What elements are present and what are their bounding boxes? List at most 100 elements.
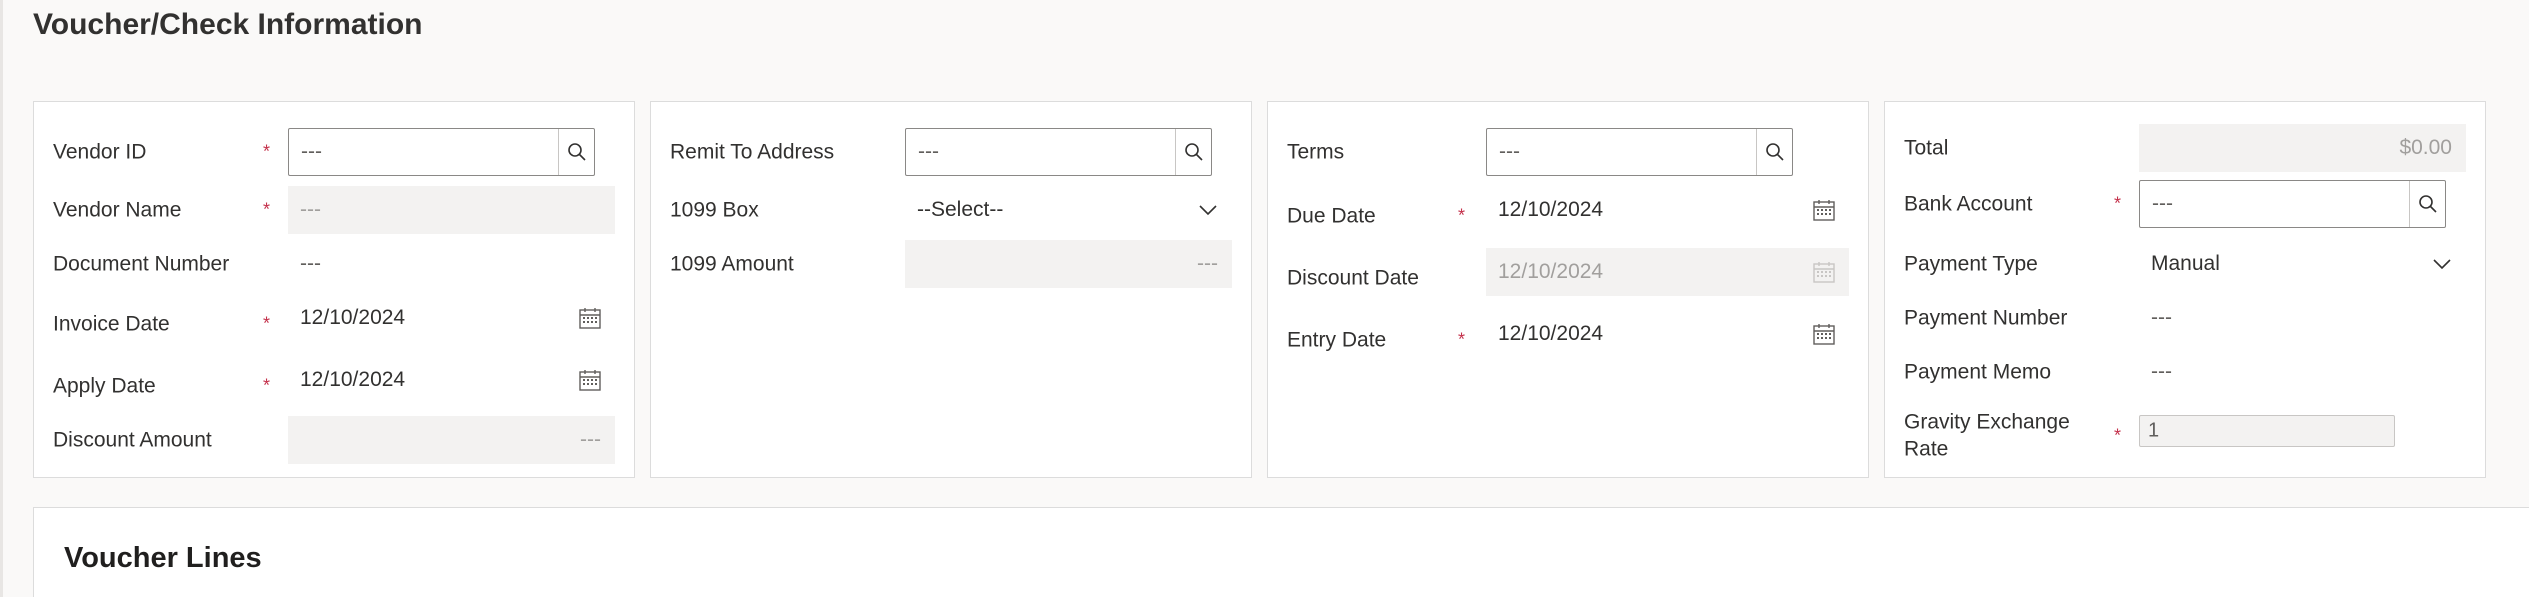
calendar-icon <box>1813 324 1835 345</box>
bank-account-input[interactable]: --- <box>2139 180 2446 228</box>
apply-date-label: Apply Date <box>53 374 156 398</box>
vendor-id-input[interactable]: --- <box>288 128 595 176</box>
discount-amount-field: --- <box>288 416 615 464</box>
payment-memo-field: --- <box>2139 348 2466 396</box>
required-marker: * <box>1458 205 1466 226</box>
payment-type-label: Payment Type <box>1904 252 2038 276</box>
invoice-date-picker-button[interactable] <box>575 303 605 333</box>
payment-type-value: Manual <box>2151 252 2220 275</box>
bank-account-search-button[interactable] <box>2409 181 2445 227</box>
discount-amount-value: --- <box>580 428 601 451</box>
voucher-lines-title: Voucher Lines <box>64 542 262 574</box>
document-number-value: --- <box>300 252 321 275</box>
vendor-card: Vendor ID * --- Vendor Name * --- Docume… <box>33 101 635 478</box>
due-date-input[interactable]: 12/10/2024 <box>1486 186 1849 234</box>
vendor-name-field: --- <box>288 186 615 234</box>
remit-address-label: Remit To Address <box>670 140 835 164</box>
required-marker: * <box>2114 193 2122 214</box>
vendor-id-row: Vendor ID * --- <box>34 128 634 176</box>
total-field: $0.00 <box>2139 124 2466 172</box>
remit-address-row: Remit To Address --- <box>651 128 1251 176</box>
search-icon <box>2418 195 2437 213</box>
payment-number-field: --- <box>2139 294 2466 342</box>
search-icon <box>567 143 586 161</box>
vendor-id-search-button[interactable] <box>558 129 594 175</box>
invoice-date-value: 12/10/2024 <box>300 306 406 329</box>
chevron-down-icon <box>2430 252 2454 276</box>
apply-date-row: Apply Date * 12/10/2024 <box>34 356 634 404</box>
required-marker: * <box>2114 425 2122 446</box>
apply-date-value: 12/10/2024 <box>300 368 406 391</box>
document-number-field: --- <box>288 240 615 288</box>
due-date-label: Due Date <box>1287 204 1376 228</box>
payment-card: Total $0.00 Bank Account * --- Payment T… <box>1884 101 2486 478</box>
remit-address-input[interactable]: --- <box>905 128 1212 176</box>
search-icon <box>1184 143 1203 161</box>
calendar-icon <box>579 370 601 391</box>
payment-memo-label: Payment Memo <box>1904 360 2052 384</box>
page-title: Voucher/Check Information <box>33 8 423 41</box>
due-date-value: 12/10/2024 <box>1498 198 1604 221</box>
remit-address-search-button[interactable] <box>1175 129 1211 175</box>
box-1099-select[interactable]: --Select-- <box>905 186 1232 234</box>
discount-date-value: 12/10/2024 <box>1498 260 1604 283</box>
exchange-rate-row: Gravity Exchange Rate * 1 <box>1885 406 2485 466</box>
apply-date-input[interactable]: 12/10/2024 <box>288 356 615 404</box>
payment-number-value: --- <box>2151 306 2172 329</box>
amount-1099-label: 1099 Amount <box>670 252 794 276</box>
remit-address-value: --- <box>918 140 939 163</box>
terms-search-button[interactable] <box>1756 129 1792 175</box>
discount-date-label: Discount Date <box>1287 266 1419 290</box>
terms-card: Terms --- Due Date * 12/10/2024 Discount… <box>1267 101 1869 478</box>
total-value: $0.00 <box>2399 136 2452 159</box>
exchange-rate-label: Gravity Exchange Rate <box>1904 410 2070 461</box>
vendor-name-label: Vendor Name <box>53 198 182 222</box>
required-marker: * <box>263 375 271 396</box>
due-date-picker-button[interactable] <box>1809 195 1839 225</box>
chevron-down-icon <box>1196 198 1220 222</box>
apply-date-picker-button[interactable] <box>575 365 605 395</box>
payment-memo-row: Payment Memo --- <box>1885 348 2485 396</box>
voucher-lines-section: Voucher Lines <box>33 507 2529 597</box>
entry-date-input[interactable]: 12/10/2024 <box>1486 310 1849 358</box>
payment-number-row: Payment Number --- <box>1885 294 2485 342</box>
payment-memo-value: --- <box>2151 360 2172 383</box>
amount-1099-row: 1099 Amount --- <box>651 240 1251 288</box>
bank-account-value: --- <box>2152 192 2173 215</box>
amount-1099-value: --- <box>1197 252 1218 275</box>
total-row: Total $0.00 <box>1885 124 2485 172</box>
bank-account-label: Bank Account <box>1904 192 2033 216</box>
invoice-date-input[interactable]: 12/10/2024 <box>288 294 615 342</box>
terms-input[interactable]: --- <box>1486 128 1793 176</box>
entry-date-row: Entry Date * 12/10/2024 <box>1268 310 1868 358</box>
terms-value: --- <box>1499 140 1520 163</box>
exchange-rate-input[interactable]: 1 <box>2139 415 2395 447</box>
required-marker: * <box>263 313 271 334</box>
remit-card: Remit To Address --- 1099 Box --Select--… <box>650 101 1252 478</box>
payment-number-label: Payment Number <box>1904 306 2068 330</box>
calendar-icon <box>579 308 601 329</box>
entry-date-label: Entry Date <box>1287 328 1387 352</box>
payment-type-row: Payment Type Manual <box>1885 240 2485 288</box>
entry-date-picker-button[interactable] <box>1809 319 1839 349</box>
left-divider <box>0 0 3 597</box>
required-marker: * <box>263 199 271 220</box>
amount-1099-field: --- <box>905 240 1232 288</box>
payment-type-select[interactable]: Manual <box>2139 240 2466 288</box>
total-label: Total <box>1904 136 1949 160</box>
invoice-date-label: Invoice Date <box>53 312 170 336</box>
vendor-name-value: --- <box>300 198 321 221</box>
terms-row: Terms --- <box>1268 128 1868 176</box>
discount-amount-row: Discount Amount --- <box>34 416 634 464</box>
required-marker: * <box>1458 329 1466 350</box>
required-marker: * <box>263 141 271 162</box>
due-date-row: Due Date * 12/10/2024 <box>1268 186 1868 234</box>
vendor-name-row: Vendor Name * --- <box>34 186 634 234</box>
vendor-id-value: --- <box>301 140 322 163</box>
entry-date-value: 12/10/2024 <box>1498 322 1604 345</box>
bank-account-row: Bank Account * --- <box>1885 180 2485 228</box>
search-icon <box>1765 143 1784 161</box>
discount-date-row: Discount Date 12/10/2024 <box>1268 248 1868 296</box>
box-1099-row: 1099 Box --Select-- <box>651 186 1251 234</box>
document-number-label: Document Number <box>53 252 230 276</box>
